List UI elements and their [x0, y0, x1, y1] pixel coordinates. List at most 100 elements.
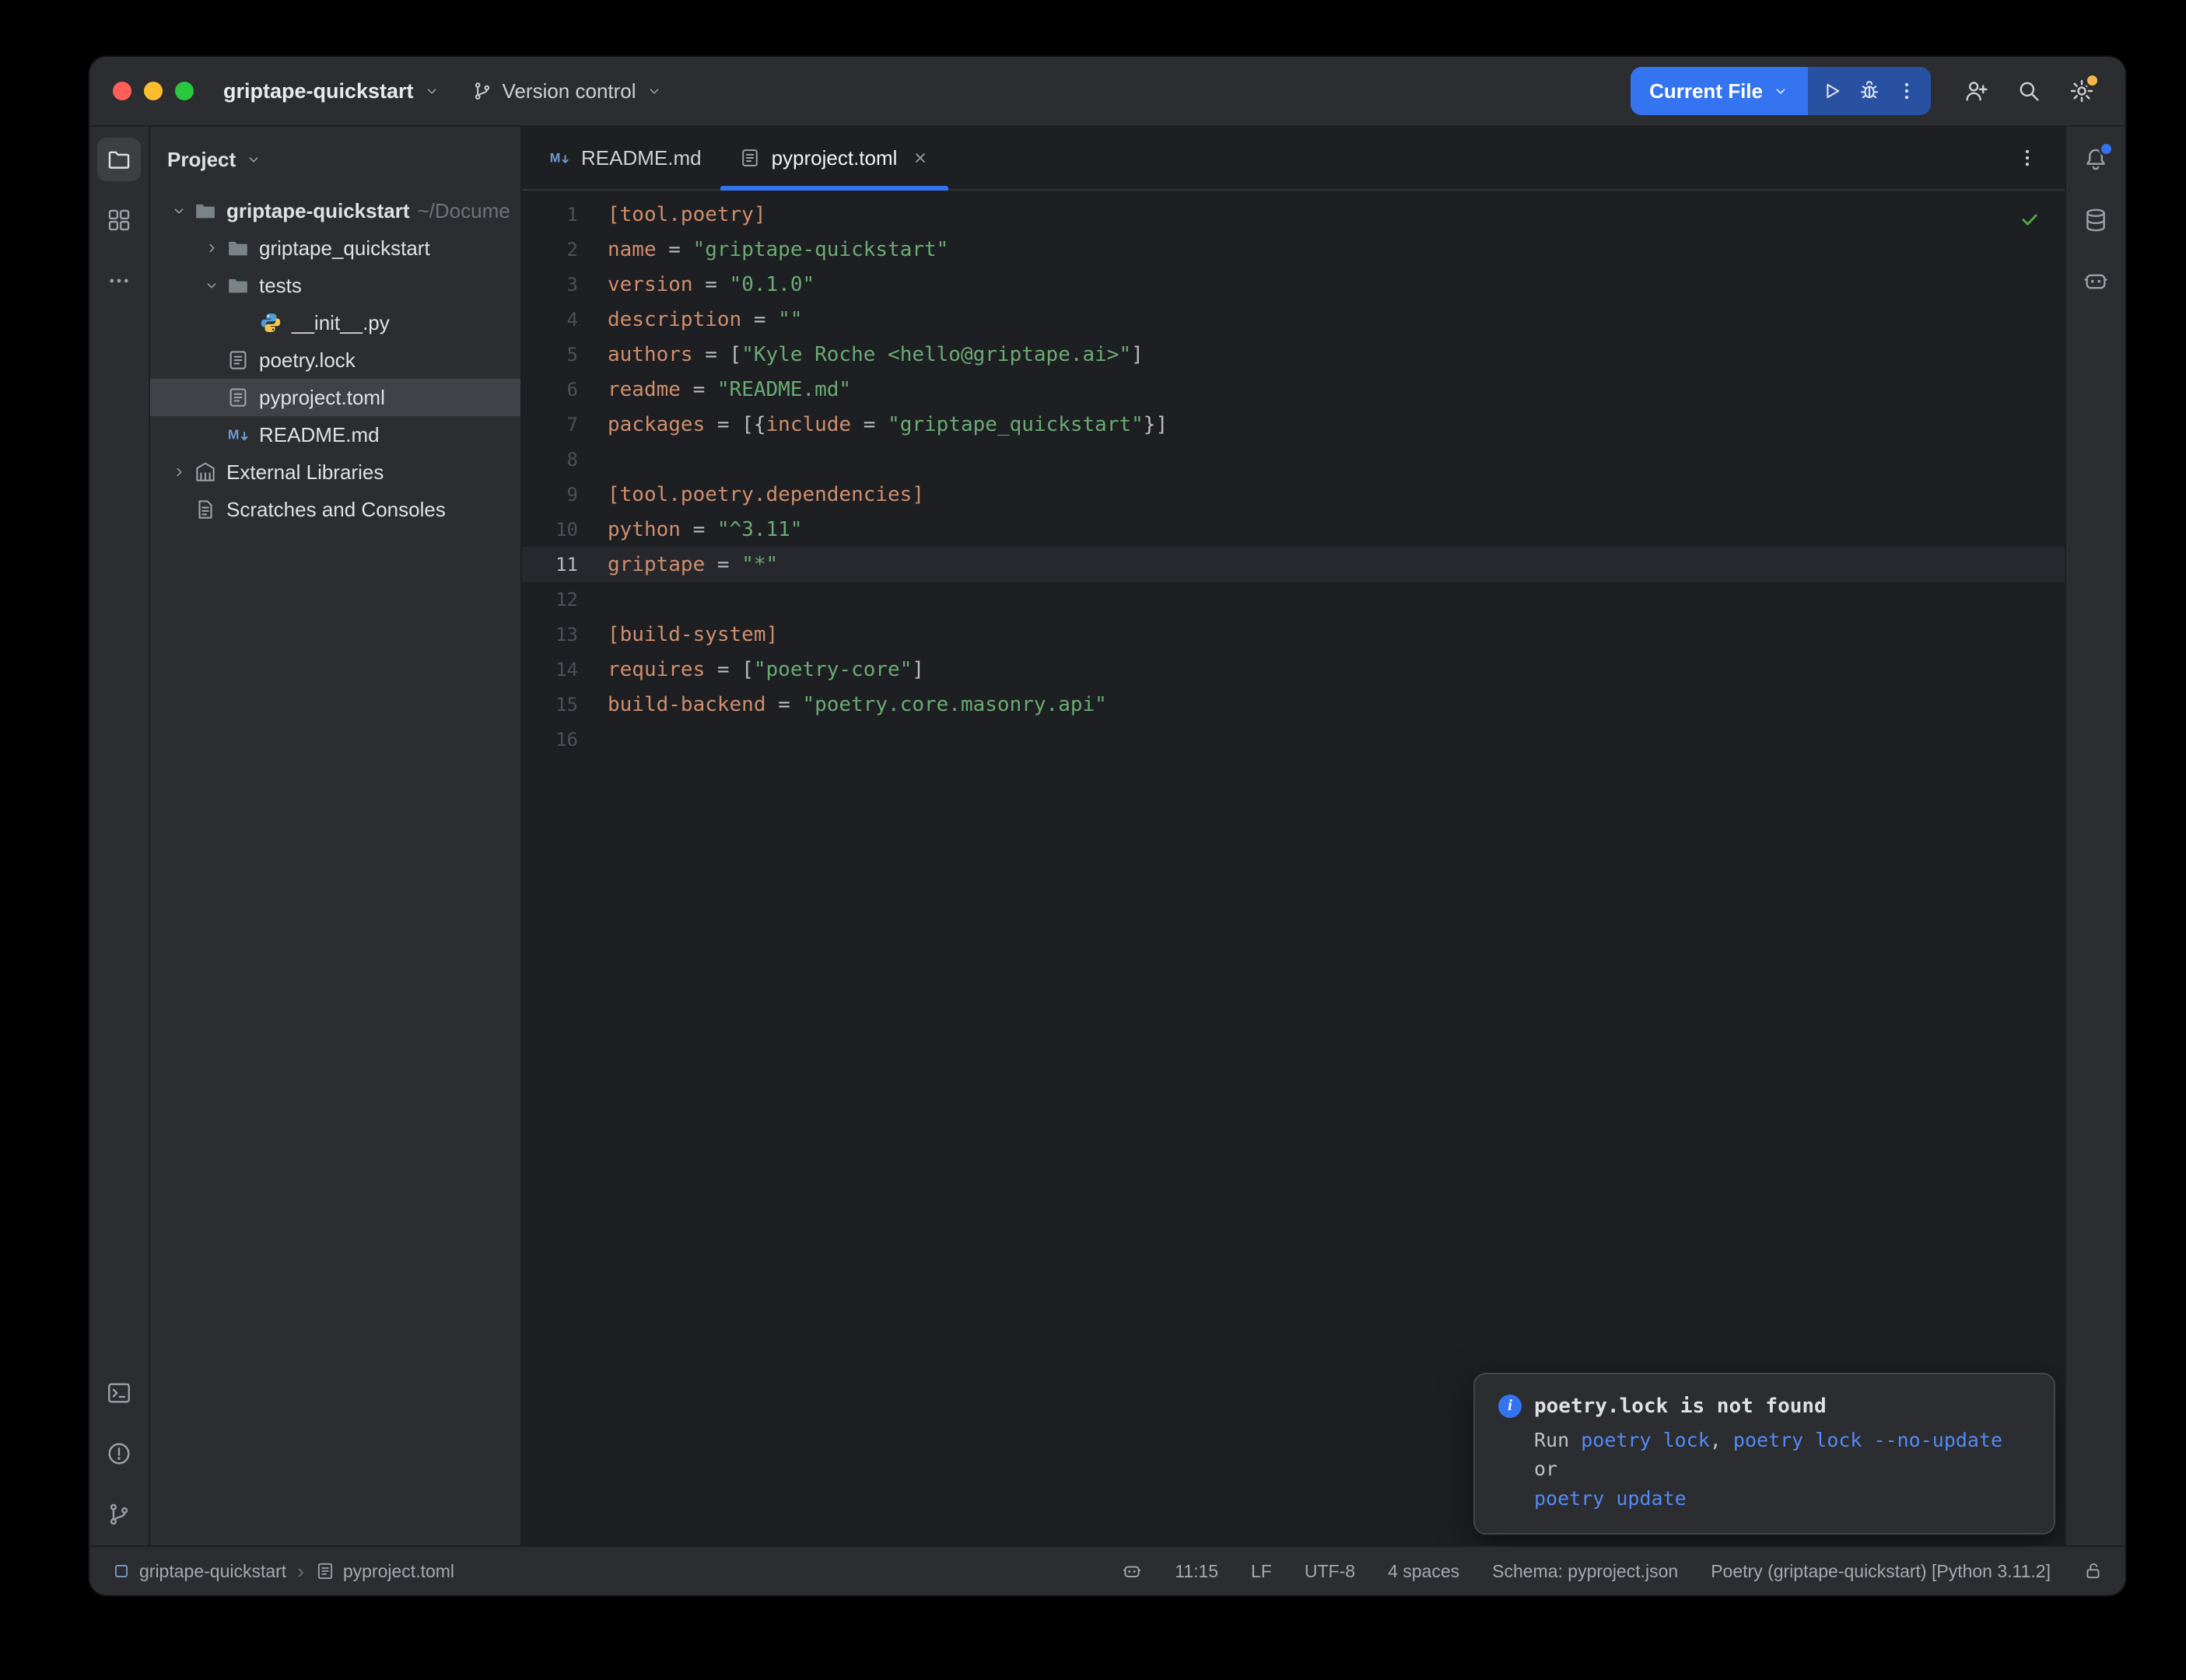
code-line-10[interactable]: 10python = "^3.11" — [522, 512, 2065, 547]
code-line-3[interactable]: 3version = "0.1.0" — [522, 267, 2065, 302]
code-line-14[interactable]: 14requires = ["poetry-core"] — [522, 652, 2065, 687]
kebab-icon — [2016, 146, 2039, 170]
traffic-lights — [113, 82, 194, 100]
tree-item-readme-md[interactable]: MREADME.md — [150, 416, 520, 453]
code-line-15[interactable]: 15build-backend = "poetry.core.masonry.a… — [522, 687, 2065, 722]
play-icon — [1820, 79, 1844, 103]
statusbar-encoding[interactable]: UTF-8 — [1305, 1561, 1355, 1582]
tree-item-griptape-quickstart[interactable]: griptape-quickstart~/Docume — [150, 192, 520, 229]
zoom-window-button[interactable] — [175, 82, 194, 100]
user-add-button[interactable] — [1954, 69, 1998, 113]
chevron-down-icon[interactable] — [164, 192, 194, 229]
line-number: 13 — [522, 624, 578, 646]
tree-item-griptape-quickstart[interactable]: griptape_quickstart — [150, 229, 520, 267]
tree-item-external-libraries[interactable]: External Libraries — [150, 453, 520, 491]
run-actions — [1808, 67, 1931, 115]
user-add-icon — [1963, 78, 1989, 104]
tab-pyproject-toml[interactable]: pyproject.toml — [720, 127, 949, 189]
line-number: 5 — [522, 344, 578, 366]
notifications-button[interactable] — [2074, 138, 2118, 181]
tab-readme-md[interactable]: MREADME.md — [530, 127, 720, 189]
chevron-spacer — [197, 379, 226, 416]
right-toolbar — [2065, 127, 2125, 1545]
code-line-7[interactable]: 7packages = [{include = "griptape_quicks… — [522, 407, 2065, 442]
statusbar-line-separator[interactable]: LF — [1251, 1561, 1272, 1582]
ai-widget-button[interactable] — [1122, 1561, 1142, 1581]
vcs-widget[interactable]: Version control — [471, 79, 663, 103]
close-tab-icon[interactable] — [911, 149, 930, 167]
kebab-icon — [1895, 79, 1918, 103]
problems-button[interactable] — [97, 1432, 141, 1475]
ai-assistant-icon — [1122, 1561, 1142, 1581]
poetry-lock-link[interactable]: poetry lock — [1581, 1429, 1710, 1451]
tree-item-poetry-lock[interactable]: poetry.lock — [150, 341, 520, 379]
settings-button[interactable] — [2060, 69, 2104, 113]
code-line-9[interactable]: 9[tool.poetry.dependencies] — [522, 477, 2065, 512]
chevron-down-icon[interactable] — [197, 267, 226, 304]
code-line-1[interactable]: 1[tool.poetry] — [522, 197, 2065, 232]
structure-button[interactable] — [97, 198, 141, 242]
code-line-4[interactable]: 4description = "" — [522, 302, 2065, 337]
line-content: version = "0.1.0" — [578, 273, 814, 296]
project-panel-header[interactable]: Project — [150, 127, 520, 192]
code-line-2[interactable]: 2name = "griptape-quickstart" — [522, 232, 2065, 267]
chevron-down-icon — [646, 82, 663, 100]
inspection-ok-icon[interactable] — [2018, 208, 2041, 231]
close-window-button[interactable] — [113, 82, 131, 100]
readonly-lock-button[interactable] — [2083, 1561, 2104, 1581]
statusbar-interpreter[interactable]: Poetry (griptape-quickstart) [Python 3.1… — [1711, 1561, 2051, 1582]
breadcrumb-label: griptape-quickstart — [139, 1561, 286, 1582]
run-button[interactable] — [1814, 73, 1850, 109]
minimize-window-button[interactable] — [144, 82, 163, 100]
debug-button[interactable] — [1851, 73, 1887, 109]
scratch-icon — [194, 498, 217, 521]
code-line-8[interactable]: 8 — [522, 442, 2065, 477]
run-config-selector[interactable]: Current File — [1631, 67, 1808, 115]
editor[interactable]: 1[tool.poetry]2name = "griptape-quicksta… — [522, 191, 2065, 1545]
tab-label: pyproject.toml — [772, 146, 898, 170]
statusbar-schema[interactable]: Schema: pyproject.json — [1492, 1561, 1678, 1582]
tree-item-tests[interactable]: tests — [150, 267, 520, 304]
poetry-lock-no-update-link[interactable]: poetry lock --no-update — [1733, 1429, 2002, 1451]
project-folder-button[interactable] — [97, 138, 141, 181]
chevron-right-icon[interactable] — [164, 453, 194, 491]
tree-item-pyproject-toml[interactable]: pyproject.toml — [150, 379, 520, 416]
project-selector[interactable]: griptape-quickstart — [223, 79, 440, 103]
statusbar-caret-position[interactable]: 11:15 — [1175, 1561, 1218, 1582]
line-number: 14 — [522, 659, 578, 681]
code-line-11[interactable]: 11griptape = "*" — [522, 547, 2065, 582]
notification-text: , — [1710, 1429, 1733, 1451]
structure-icon — [106, 207, 132, 233]
more-run-options-button[interactable] — [1889, 73, 1925, 109]
database-button[interactable] — [2074, 198, 2118, 242]
chevron-spacer — [197, 341, 226, 379]
code-line-16[interactable]: 16 — [522, 722, 2065, 757]
more-button[interactable] — [97, 259, 141, 303]
chevron-right-icon[interactable] — [197, 229, 226, 267]
breadcrumb-project[interactable]: griptape-quickstart — [111, 1561, 286, 1582]
statusbar: griptape-quickstart›pyproject.toml 11:15… — [89, 1545, 2125, 1595]
tab-bar-tabs: MREADME.md pyproject.toml — [530, 127, 948, 189]
terminal-icon — [106, 1380, 132, 1406]
editor-options-button[interactable] — [2010, 141, 2044, 175]
breadcrumb: griptape-quickstart›pyproject.toml — [111, 1559, 454, 1584]
terminal-button[interactable] — [97, 1371, 141, 1415]
version-control-button[interactable] — [97, 1493, 141, 1536]
tree-item-scratches-and-consoles[interactable]: Scratches and Consoles — [150, 491, 520, 528]
code-line-6[interactable]: 6readme = "README.md" — [522, 372, 2065, 407]
run-widget: Current File — [1631, 67, 1931, 115]
code-line-13[interactable]: 13[build-system] — [522, 617, 2065, 652]
code-line-12[interactable]: 12 — [522, 582, 2065, 617]
code-line-5[interactable]: 5authors = ["Kyle Roche <hello@griptape.… — [522, 337, 2065, 372]
breadcrumb-file[interactable]: pyproject.toml — [315, 1561, 454, 1582]
tree-item-init-py[interactable]: __init__.py — [150, 304, 520, 341]
statusbar-indent[interactable]: 4 spaces — [1388, 1561, 1459, 1582]
line-number: 2 — [522, 239, 578, 261]
tab-label: README.md — [581, 146, 702, 170]
ai-assistant-button[interactable] — [2074, 259, 2118, 303]
poetry-update-link[interactable]: poetry update — [1534, 1487, 1687, 1510]
search-button[interactable] — [2007, 69, 2051, 113]
line-content: packages = [{include = "griptape_quickst… — [578, 413, 1168, 436]
line-number: 16 — [522, 729, 578, 751]
folder-icon — [226, 236, 250, 260]
